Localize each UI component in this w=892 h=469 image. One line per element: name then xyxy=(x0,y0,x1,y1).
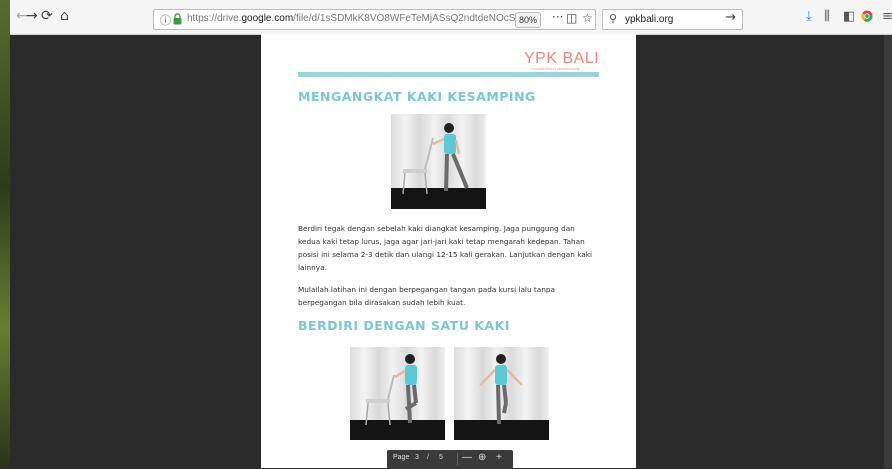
url-bar[interactable]: ⓘ https://drive.google.com/file/d/1sSDMk… xyxy=(153,9,596,30)
page-separator: / xyxy=(427,454,429,461)
url-text[interactable]: https://drive.google.com/file/d/1sSDMkK8… xyxy=(187,13,541,24)
paragraph-1: Berdiri tegak dengan sebelah kaki diangk… xyxy=(298,224,593,272)
total-pages: 5 xyxy=(439,454,443,461)
pdf-page-controls: Page 3 / 5 — ⊕ + xyxy=(387,450,513,469)
exercise-photo-side-leg-raise xyxy=(391,114,486,209)
pdf-page: YPK BALI YAYASAN PEDULI KEMANUSIAAN MENG… xyxy=(261,34,636,468)
page-number-input[interactable]: 3 xyxy=(415,454,419,461)
desktop-edge xyxy=(0,0,10,468)
info-icon[interactable]: ⓘ xyxy=(160,12,171,28)
window-edge xyxy=(884,0,892,468)
exercise-photo-one-leg-arms-out xyxy=(454,347,549,440)
page-actions-icon[interactable]: ··· xyxy=(552,10,563,24)
zoom-reset-icon[interactable]: ⊕ xyxy=(478,452,486,463)
zoom-out-icon[interactable]: — xyxy=(462,452,472,463)
exercise-photo-one-leg-with-chair xyxy=(350,347,445,440)
extension-icon[interactable] xyxy=(861,10,873,25)
search-go-icon[interactable]: → xyxy=(725,10,736,25)
reload-icon[interactable]: ⟳ xyxy=(41,9,53,23)
menu-icon[interactable]: ≡ xyxy=(882,10,892,23)
browser-toolbar: ← → ⟳ ⌂ ⓘ https://drive.google.com/file/… xyxy=(10,0,892,35)
bookmark-star-icon[interactable]: ☆ xyxy=(582,11,593,25)
download-icon[interactable]: ⤓ xyxy=(806,10,812,23)
zoom-level[interactable]: 80% xyxy=(515,12,541,28)
page-label: Page xyxy=(393,454,410,461)
forward-icon[interactable]: → xyxy=(26,9,38,23)
logo: YPK BALI xyxy=(524,50,600,67)
lock-icon[interactable] xyxy=(173,13,182,25)
pocket-icon[interactable]: ◫ xyxy=(566,11,577,25)
section2-title: BERDIRI DENGAN SATU KAKI xyxy=(298,318,510,333)
zoom-in-icon[interactable]: + xyxy=(496,452,502,463)
search-bar[interactable]: ⚲ ypkbali.org → xyxy=(602,9,743,30)
search-icon: ⚲ xyxy=(609,12,618,25)
logo-tagline: YAYASAN PEDULI KEMANUSIAAN xyxy=(531,67,580,71)
header-rule xyxy=(298,72,599,77)
library-icon[interactable]: ⫼ xyxy=(824,10,830,23)
pager-divider xyxy=(457,453,458,466)
home-icon[interactable]: ⌂ xyxy=(60,9,69,23)
section1-title: MENGANGKAT KAKI KESAMPING xyxy=(298,89,536,104)
search-query[interactable]: ypkbali.org xyxy=(625,14,673,25)
sidebar-icon[interactable]: ◧ xyxy=(843,10,855,23)
paragraph-2: Mulailah latihan ini dengan berpegangan … xyxy=(298,285,555,307)
